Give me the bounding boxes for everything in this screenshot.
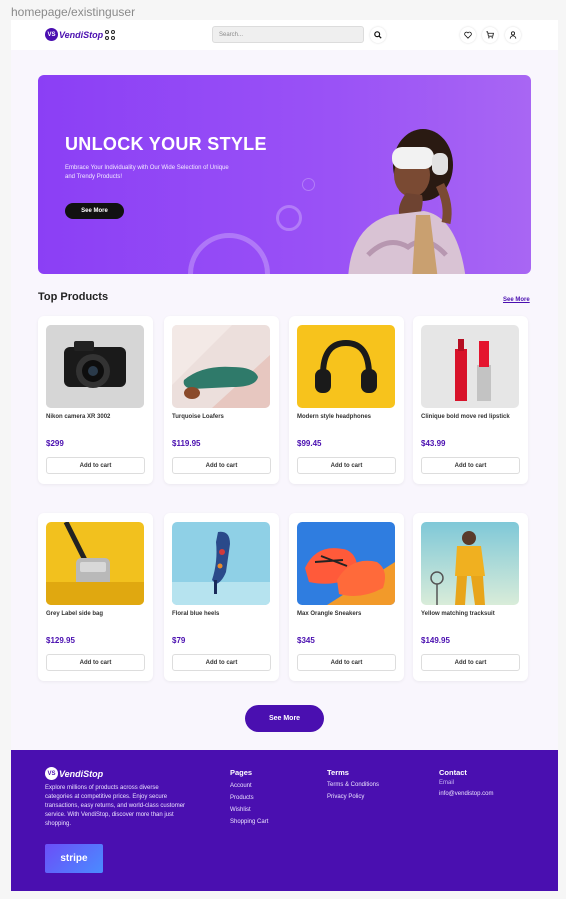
product-image-camera[interactable]	[46, 325, 144, 408]
footer-link-terms[interactable]: Terms & Conditions	[327, 782, 379, 788]
footer-link-wishlist[interactable]: Wishlist	[230, 807, 251, 813]
product-name: Max Orangle Sneakers	[297, 611, 362, 617]
footer-email-link[interactable]: info@vendistop.com	[439, 791, 493, 797]
brand-name: VendiStop	[59, 29, 104, 40]
product-card[interactable]: Modern style headphones $99.45 Add to ca…	[289, 316, 404, 484]
hero-title: UNLOCK YOUR STYLE	[65, 134, 267, 154]
product-image-sneakers[interactable]	[297, 522, 395, 605]
add-to-cart-button[interactable]: Add to cart	[421, 457, 520, 474]
hero-vr-person-image	[348, 129, 466, 274]
product-price: $119.95	[172, 439, 201, 448]
product-image-lipstick[interactable]	[421, 325, 519, 408]
grid-icon[interactable]	[105, 30, 115, 40]
hero-decor-ring	[188, 233, 270, 274]
product-card[interactable]: Floral blue heels $79 Add to cart	[164, 513, 279, 681]
product-price: $299	[46, 439, 64, 448]
product-image-bag[interactable]	[46, 522, 144, 605]
product-name: Clinique bold move red lipstick	[421, 414, 510, 420]
product-name: Modern style headphones	[297, 414, 372, 420]
footer-brand-name: VendiStop	[59, 768, 104, 779]
product-price: $99.45	[297, 439, 322, 448]
product-card[interactable]: Nikon camera XR 3002 $299 Add to cart	[38, 316, 153, 484]
product-price: $43.99	[421, 439, 446, 448]
product-price: $129.95	[46, 636, 75, 645]
add-to-cart-button[interactable]: Add to cart	[46, 457, 145, 474]
product-name: Floral blue heels	[172, 611, 220, 617]
product-image-headphones[interactable]	[297, 325, 395, 408]
cart-icon[interactable]	[482, 27, 498, 43]
add-to-cart-button[interactable]: Add to cart	[421, 654, 520, 671]
brand-logo[interactable]: VS VendiStop	[45, 28, 103, 41]
product-card[interactable]: Yellow matching tracksuit $149.95 Add to…	[413, 513, 528, 681]
footer-terms-title: Terms	[327, 768, 349, 777]
homepage: VS VendiStop Search... UNLOCK YOUR STYLE…	[11, 20, 558, 891]
product-image-heels[interactable]	[172, 522, 270, 605]
footer-brand-badge: VS	[45, 767, 58, 780]
hero-banner: UNLOCK YOUR STYLE Embrace Your Individua…	[38, 75, 531, 274]
footer: VS VendiStop Explore millions of product…	[11, 750, 558, 891]
footer-link-account[interactable]: Account	[230, 783, 252, 789]
product-card[interactable]: Turquoise Loafers $119.95 Add to cart	[164, 316, 279, 484]
add-to-cart-button[interactable]: Add to cart	[297, 654, 396, 671]
section-title: Top Products	[38, 291, 109, 303]
footer-link-shopping-cart[interactable]: Shopping Cart	[230, 819, 268, 825]
hero-see-more-button[interactable]: See More	[65, 203, 124, 219]
see-more-link[interactable]: See More	[503, 297, 530, 303]
product-name: Turquoise Loafers	[172, 414, 224, 420]
header: VS VendiStop Search...	[11, 20, 558, 50]
user-icon[interactable]	[505, 27, 521, 43]
product-price: $79	[172, 636, 186, 645]
footer-contact-title: Contact	[439, 768, 467, 777]
footer-link-privacy[interactable]: Privacy Policy	[327, 794, 364, 800]
product-price: $149.95	[421, 636, 450, 645]
product-image-tracksuit[interactable]	[421, 522, 519, 605]
add-to-cart-button[interactable]: Add to cart	[297, 457, 396, 474]
footer-email-label: Email	[439, 780, 455, 786]
product-card[interactable]: Grey Label side bag $129.95 Add to cart	[38, 513, 153, 681]
search-input[interactable]: Search...	[212, 26, 364, 43]
product-image-loafers[interactable]	[172, 325, 270, 408]
footer-brand-logo[interactable]: VS VendiStop	[45, 767, 103, 780]
product-name: Grey Label side bag	[46, 611, 104, 617]
product-name: Nikon camera XR 3002	[46, 414, 111, 420]
footer-pages-title: Pages	[230, 768, 253, 777]
add-to-cart-button[interactable]: Add to cart	[172, 457, 271, 474]
brand-badge: VS	[45, 28, 58, 41]
footer-about-text: Explore millions of products across dive…	[45, 785, 186, 827]
add-to-cart-button[interactable]: Add to cart	[46, 654, 145, 671]
product-card[interactable]: Clinique bold move red lipstick $43.99 A…	[413, 316, 528, 484]
product-name: Yellow matching tracksuit	[421, 611, 495, 617]
hero-subtitle: Embrace Your Individuality with Our Wide…	[65, 165, 229, 180]
add-to-cart-button[interactable]: Add to cart	[172, 654, 271, 671]
frame-label: homepage/existinguser	[11, 5, 136, 19]
hero-decor-ring	[302, 178, 315, 191]
product-price: $345	[297, 636, 315, 645]
search-icon[interactable]	[370, 27, 386, 43]
product-card[interactable]: Max Orangle Sneakers $345 Add to cart	[289, 513, 404, 681]
hero-decor-ring	[276, 205, 302, 231]
footer-link-products[interactable]: Products	[230, 795, 254, 801]
see-more-button[interactable]: See More	[245, 705, 324, 732]
heart-icon[interactable]	[460, 27, 476, 43]
stripe-logo: stripe	[45, 844, 103, 873]
